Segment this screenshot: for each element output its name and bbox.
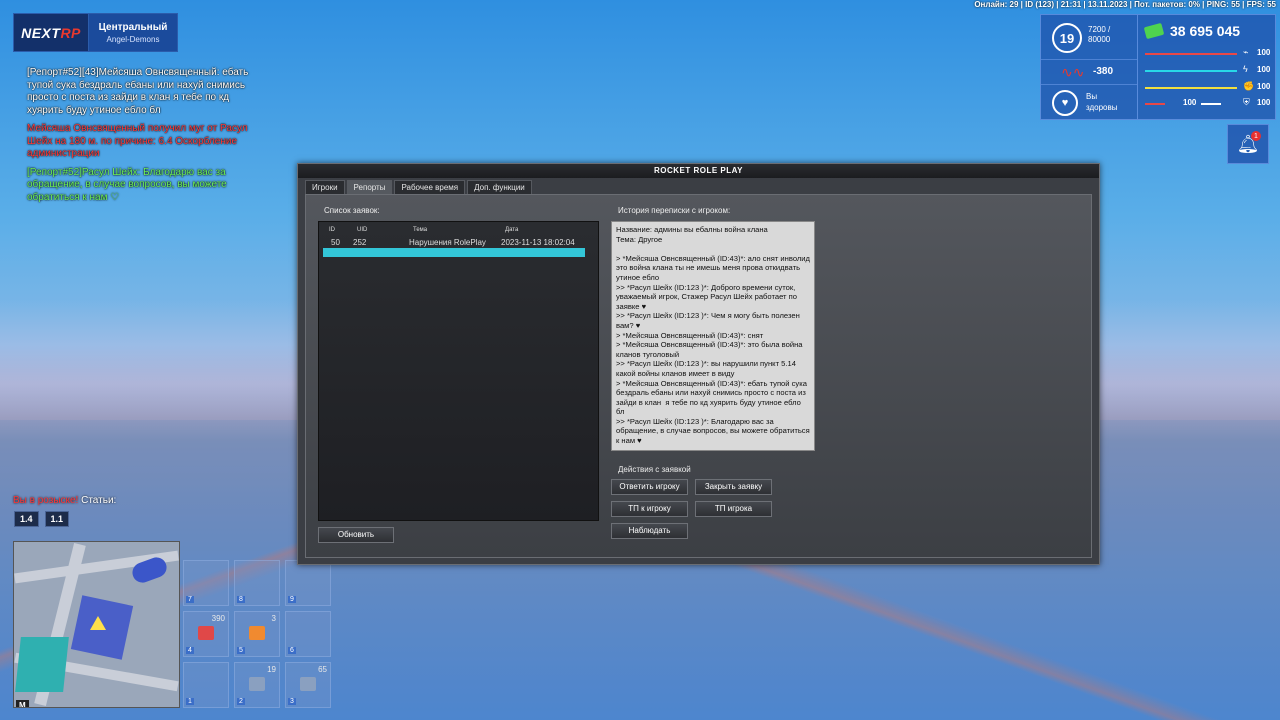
slot-number: 8 (237, 596, 245, 603)
level-badge: 19 (1052, 23, 1082, 53)
wave-icon: ∿∿ (1061, 64, 1085, 80)
refresh-button[interactable]: Обновить (318, 527, 394, 543)
armor-bar (1145, 103, 1165, 105)
notification-badge: 1 (1251, 131, 1261, 141)
admin-panel-window: ROCKET ROLE PLAY Игроки Репорты Рабочее … (297, 163, 1100, 565)
actions-label: Действия с заявкой (618, 465, 691, 474)
server-logo: NEXT RP Центральный Angel-Demons (13, 13, 178, 52)
list-item[interactable]: 50 252 Нарушения RolePlay 2023-11-13 18:… (323, 238, 585, 247)
notifications-button[interactable]: 🔔︎ 1 (1227, 124, 1269, 164)
hunger-bar (1145, 70, 1237, 72)
chat-message: Мейсяша Овнсвященный получил муг от Расу… (27, 123, 248, 159)
status-bar: Онлайн: 29 | ID (123) | 21:31 | 13.11.20… (974, 0, 1276, 9)
chat-message: [Репорт#52]Расул Шейх: Благодарю вас за … (27, 166, 227, 203)
map-key-label: M (16, 700, 29, 707)
column-uid: UID (357, 227, 368, 233)
slot-number: 1 (186, 698, 194, 705)
rifle-icon (300, 677, 316, 691)
inventory-slot[interactable]: 9 (285, 560, 331, 606)
slot-number: 5 (237, 647, 245, 654)
health-status-text: Вы здоровы (1086, 92, 1118, 112)
slot-number: 4 (186, 647, 194, 654)
stamina-value: 100 (1257, 82, 1271, 91)
money-display: 38 695 045 (1143, 22, 1240, 40)
tab-bar: Игроки Репорты Рабочее время Доп. функци… (305, 180, 532, 194)
inventory-slot[interactable]: 7 (183, 560, 229, 606)
inventory-slot[interactable]: 35 (234, 611, 280, 657)
inventory-slot[interactable]: 19 2 (234, 662, 280, 708)
inventory-slots: 7 8 9 390 4 3 5 6 1 19 2 65 3 (183, 560, 331, 708)
hunger-value: 100 (1257, 65, 1271, 74)
inventory-slot[interactable]: 390 4 (183, 611, 229, 657)
server-family: Angel-Demons (106, 34, 160, 44)
column-id: ID (329, 227, 335, 233)
tab-players[interactable]: Игроки (305, 180, 345, 194)
window-title: ROCKET ROLE PLAY (298, 164, 1099, 178)
hud-left-column: 19 7200 /80000 ∿∿ -380 ♥ Вы здоровы (1041, 15, 1138, 119)
tab-extra-functions[interactable]: Доп. функции (467, 180, 532, 194)
column-topic: Тема (413, 227, 428, 233)
slot-number: 3 (288, 698, 296, 705)
server-name: Центральный (98, 21, 168, 33)
spectate-button[interactable]: Наблюдать (611, 523, 688, 539)
health-bar (1145, 53, 1237, 55)
shield-value: 100 (1257, 98, 1271, 107)
money-icon (1143, 22, 1165, 40)
brand-logo: NEXT RP (13, 13, 89, 52)
slot-count: 65 (318, 665, 327, 674)
pulse-icon: ⌁ (1243, 47, 1249, 57)
shield-icon: ⛨ (1243, 97, 1250, 107)
inventory-slot[interactable]: 8 (234, 560, 280, 606)
map-water (15, 637, 69, 692)
slot-number: 7 (186, 596, 194, 603)
level-panel: 19 7200 /80000 (1041, 15, 1137, 60)
history-label: История переписки с игроком: (618, 206, 731, 215)
wave-value: -380 (1093, 66, 1114, 77)
requests-list[interactable]: ID UID Тема Дата 50 252 Нарушения RolePl… (318, 221, 599, 521)
slot-count: 390 (211, 614, 225, 623)
article-badge: 1.1 (44, 511, 70, 527)
medkit-icon (198, 626, 214, 640)
tab-reports[interactable]: Репорты (346, 180, 393, 194)
stamina-bar (1145, 87, 1237, 89)
armor-value: 100 (1183, 98, 1197, 107)
player-marker-icon (90, 616, 106, 630)
chat-history-box[interactable]: Название: админы вы ебалны война клана Т… (611, 221, 815, 451)
minimap[interactable]: M (13, 541, 180, 708)
shield-bar (1201, 103, 1221, 105)
server-info: Центральный Angel-Demons (89, 13, 178, 52)
wanted-articles: 1.4 1.1 (14, 511, 70, 527)
player-hud: 19 7200 /80000 ∿∿ -380 ♥ Вы здоровы 38 69… (1040, 14, 1276, 120)
inventory-slot[interactable]: 6 (285, 611, 331, 657)
health-status-panel: ♥ Вы здоровы (1041, 85, 1137, 119)
chat-log: [Репорт#52][43]Мейсяша Овнсвященный: еба… (27, 67, 259, 210)
slot-number: 9 (288, 596, 296, 603)
teleport-to-player-button[interactable]: ТП к игроку (611, 501, 688, 517)
arm-icon: ✊ (1243, 81, 1255, 91)
slot-count: 3 (271, 614, 276, 623)
slot-number: 6 (288, 647, 296, 654)
jerrycan-icon (249, 626, 265, 640)
reports-panel: Список заявок: ID UID Тема Дата 50 252 Н… (305, 194, 1092, 558)
health-value: 100 (1257, 48, 1271, 57)
article-badge: 1.4 (14, 511, 39, 527)
inventory-slot[interactable]: 1 (183, 662, 229, 708)
bolt-icon: ϟ (1243, 64, 1248, 74)
tab-work-time[interactable]: Рабочее время (394, 180, 466, 194)
pistol-icon (249, 677, 265, 691)
wanted-label: Вы в розыске! Статьи: (13, 495, 117, 506)
heart-icon: ♥ (1052, 90, 1078, 116)
experience-text: 7200 /80000 (1088, 25, 1111, 44)
requests-list-label: Список заявок: (324, 206, 380, 215)
chat-message: [Репорт#52][43]Мейсяша Овнсвященный: еба… (27, 67, 249, 116)
teleport-player-here-button[interactable]: ТП игрока (695, 501, 772, 517)
list-item-selected[interactable] (323, 248, 585, 257)
slot-number: 2 (237, 698, 245, 705)
wave-panel: ∿∿ -380 (1041, 60, 1137, 85)
close-request-button[interactable]: Закрыть заявку (695, 479, 772, 495)
reply-to-player-button[interactable]: Ответить игроку (611, 479, 688, 495)
column-date: Дата (505, 227, 519, 233)
slot-count: 19 (267, 665, 276, 674)
inventory-slot[interactable]: 65 3 (285, 662, 331, 708)
